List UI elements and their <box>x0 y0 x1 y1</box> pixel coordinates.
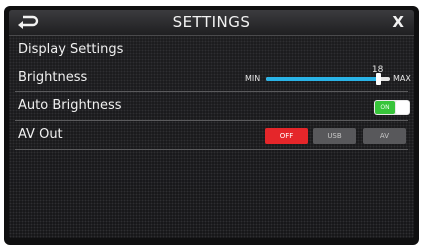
settings-screen: SETTINGS X Display Settings Brightness M… <box>9 10 414 238</box>
av-out-label: AV Out <box>18 127 63 142</box>
close-button[interactable]: X <box>392 13 404 31</box>
divider <box>15 91 408 92</box>
av-out-option-off[interactable]: OFF <box>265 128 308 144</box>
header-bar: SETTINGS X <box>9 10 414 36</box>
section-title: Display Settings <box>18 42 124 57</box>
av-out-option-av[interactable]: AV <box>363 128 406 144</box>
slider-fill <box>266 77 378 81</box>
slider-min-label: MIN <box>245 74 261 83</box>
slider-max-label: MAX <box>393 74 411 83</box>
auto-brightness-label: Auto Brightness <box>18 98 122 113</box>
toggle-knob <box>396 101 409 114</box>
auto-brightness-row: Auto Brightness ON <box>9 96 414 118</box>
brightness-row: Brightness MIN 18 MAX <box>9 65 414 90</box>
toggle-state-label: ON <box>375 101 395 114</box>
brightness-slider[interactable]: 18 <box>266 65 390 85</box>
page-title: SETTINGS <box>172 13 251 31</box>
av-out-row: AV Out OFF USB AV <box>9 125 414 147</box>
slider-value: 18 <box>371 65 384 75</box>
av-out-option-usb[interactable]: USB <box>313 128 356 144</box>
divider <box>15 120 408 121</box>
divider <box>15 149 408 150</box>
brightness-label: Brightness <box>18 70 88 85</box>
auto-brightness-toggle[interactable]: ON <box>374 100 410 115</box>
